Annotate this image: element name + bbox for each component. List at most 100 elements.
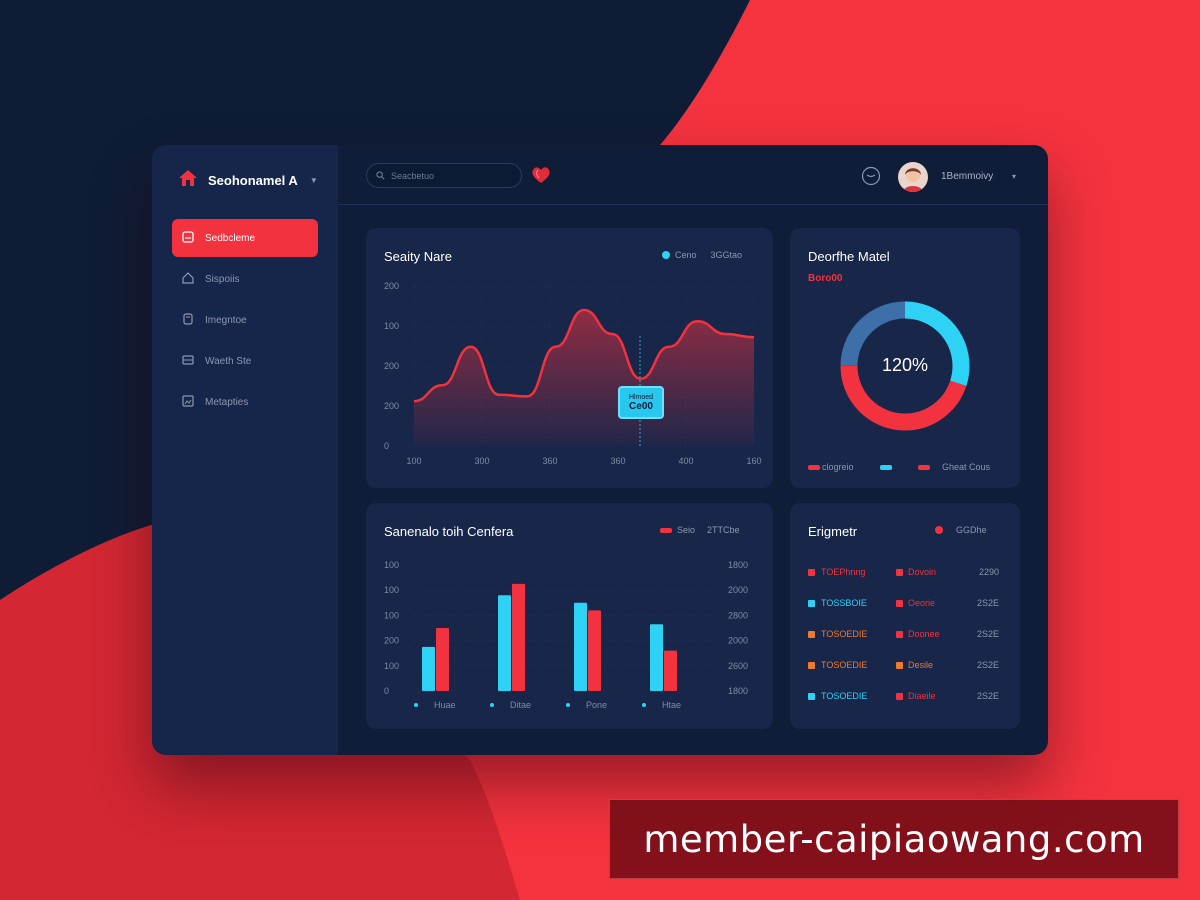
y-tick-label: 100 xyxy=(384,321,399,331)
area-chart: 200 100 200 200 0 100 300 360 360 400 160 xyxy=(384,281,762,466)
donut-legend: clogreio Gheat Cous xyxy=(808,462,1008,474)
bar xyxy=(574,602,587,691)
row-color-swatch xyxy=(808,569,815,576)
card-legend: GGDhe xyxy=(935,525,987,535)
sidebar-item-label: Metapties xyxy=(205,396,249,408)
row-status-swatch xyxy=(896,662,903,669)
x-tick-label: 100 xyxy=(406,456,421,466)
row-color-swatch xyxy=(808,693,815,700)
watermark-banner: member-caipiaowang.com xyxy=(609,799,1179,879)
y2-tick-label: 2000 xyxy=(728,636,748,646)
y-tick-label: 100 xyxy=(384,585,399,595)
sidebar-item-label: Imegntoe xyxy=(205,314,247,326)
x-tick-label: 160 xyxy=(746,456,761,466)
x-tick-label: Pone xyxy=(586,700,607,710)
home-icon xyxy=(178,169,198,192)
row-name: TOSSBOIE xyxy=(821,598,867,608)
sidebar-item-inbox[interactable]: Waeth Ste xyxy=(172,342,318,380)
bar xyxy=(498,595,511,691)
row-status-swatch xyxy=(896,600,903,607)
y2-tick-label: 1800 xyxy=(728,686,748,696)
topbar: Seacbetuo 1Bemmoivy ▾ xyxy=(338,145,1048,205)
image-icon xyxy=(182,395,196,409)
row-status: Desile xyxy=(908,660,934,670)
watermark-text: member-caipiaowang.com xyxy=(643,817,1145,861)
legend-label: clogreio xyxy=(822,462,854,472)
list-item[interactable]: TOSOEDIE Diaeile 2S2E xyxy=(808,690,1003,704)
y2-tick-label: 2800 xyxy=(728,610,748,620)
list-item[interactable]: TOSOEDIE Desile 2S2E xyxy=(808,659,1003,673)
sidebar-item-label: Sispoiis xyxy=(205,273,240,285)
tooltip-label: Hlmoed xyxy=(628,393,654,401)
row-name: TOEPhnng xyxy=(821,567,866,577)
row-color-swatch xyxy=(808,662,815,669)
heart-icon[interactable] xyxy=(530,165,552,190)
category-marker xyxy=(642,703,646,707)
x-tick-label: 360 xyxy=(610,456,625,466)
row-value: 2S2E xyxy=(976,598,999,608)
chevron-down-icon[interactable]: ▼ xyxy=(310,176,318,185)
legend-value: GGDhe xyxy=(956,525,987,535)
y-tick-label: 100 xyxy=(384,610,399,620)
row-status-swatch xyxy=(896,693,903,700)
legend-swatch xyxy=(808,465,820,470)
list-item[interactable]: TOSSBOIE Oeorie 2S2E xyxy=(808,597,1003,611)
bar xyxy=(422,646,435,691)
bar xyxy=(436,628,449,691)
dashboard-icon xyxy=(182,231,196,245)
y-tick-label: 200 xyxy=(384,281,399,291)
inbox-icon xyxy=(182,354,196,368)
bar xyxy=(664,650,677,691)
notification-icon[interactable] xyxy=(861,166,881,191)
y-tick-label: 200 xyxy=(384,636,399,646)
distribution-card: Deorfhe Matel Boro00 120% clogreio Gheat… xyxy=(790,228,1020,488)
row-value: 2S2E xyxy=(976,660,999,670)
y-tick-label: 100 xyxy=(384,560,399,570)
sidebar-item-label: Waeth Ste xyxy=(205,355,252,367)
y2-tick-label: 1800 xyxy=(728,560,748,570)
sidebar-item-label: Sedbcleme xyxy=(205,232,256,244)
row-name: TOSOEDIE xyxy=(821,629,868,639)
row-value: 2S2E xyxy=(976,629,999,639)
row-name: TOSOEDIE xyxy=(821,660,868,670)
row-value: 2290 xyxy=(978,567,999,577)
y2-tick-label: 2000 xyxy=(728,585,748,595)
x-tick-label: 300 xyxy=(474,456,489,466)
bar-chart: 100 1800 100 2000 100 2800 200 2000 100 2600 0 1800… xyxy=(384,560,748,710)
category-marker xyxy=(490,703,494,707)
search-input[interactable]: Seacbetuo xyxy=(366,163,522,188)
y-tick-label: 0 xyxy=(384,686,389,696)
row-status-swatch xyxy=(896,631,903,638)
chevron-down-icon[interactable]: ▾ xyxy=(1012,172,1016,181)
y-tick-label: 200 xyxy=(384,401,399,411)
y2-tick-label: 2600 xyxy=(728,661,748,671)
brand[interactable]: Seohonamel A ▼ xyxy=(178,169,318,191)
legend-swatch xyxy=(918,465,930,470)
sidebar-item-media[interactable]: Metapties xyxy=(172,383,318,421)
sales-chart-card: Seaity Nare Ceno 3GGtao 200 100 200 200 0 100… xyxy=(366,228,773,488)
x-tick-label: Ditae xyxy=(510,700,531,710)
sidebar: Seohonamel A ▼ Sedbcleme Sispoiis Imegnt… xyxy=(152,145,338,755)
document-icon xyxy=(182,313,196,327)
y-tick-label: 0 xyxy=(384,441,389,451)
legend-swatch xyxy=(880,465,892,470)
avatar[interactable] xyxy=(898,162,928,192)
row-status: Diaeile xyxy=(908,691,936,701)
username[interactable]: 1Bemmoivy xyxy=(941,171,993,182)
sidebar-item-home[interactable]: Sispoiis xyxy=(172,260,318,298)
sidebar-item-dashboard[interactable]: Sedbcleme xyxy=(172,219,318,257)
list-item[interactable]: TOEPhnng Dovoin 2290 xyxy=(808,566,1003,580)
list-item[interactable]: TOSOEDIE Doonee 2S2E xyxy=(808,628,1003,642)
dashboard-window: Seohonamel A ▼ Sedbcleme Sispoiis Imegnt… xyxy=(152,145,1048,755)
x-tick-label: Htae xyxy=(662,700,681,710)
brand-name: Seohonamel A xyxy=(208,172,298,188)
sidebar-item-documents[interactable]: Imegntoe xyxy=(172,301,318,339)
category-marker xyxy=(414,703,418,707)
y-tick-label: 100 xyxy=(384,661,399,671)
row-status: Oeorie xyxy=(908,598,936,608)
x-tick-label: 400 xyxy=(678,456,693,466)
row-color-swatch xyxy=(808,600,815,607)
bar xyxy=(512,583,525,691)
legend-label: Gheat Cous xyxy=(942,462,991,472)
search-placeholder: Seacbetuo xyxy=(391,170,435,181)
